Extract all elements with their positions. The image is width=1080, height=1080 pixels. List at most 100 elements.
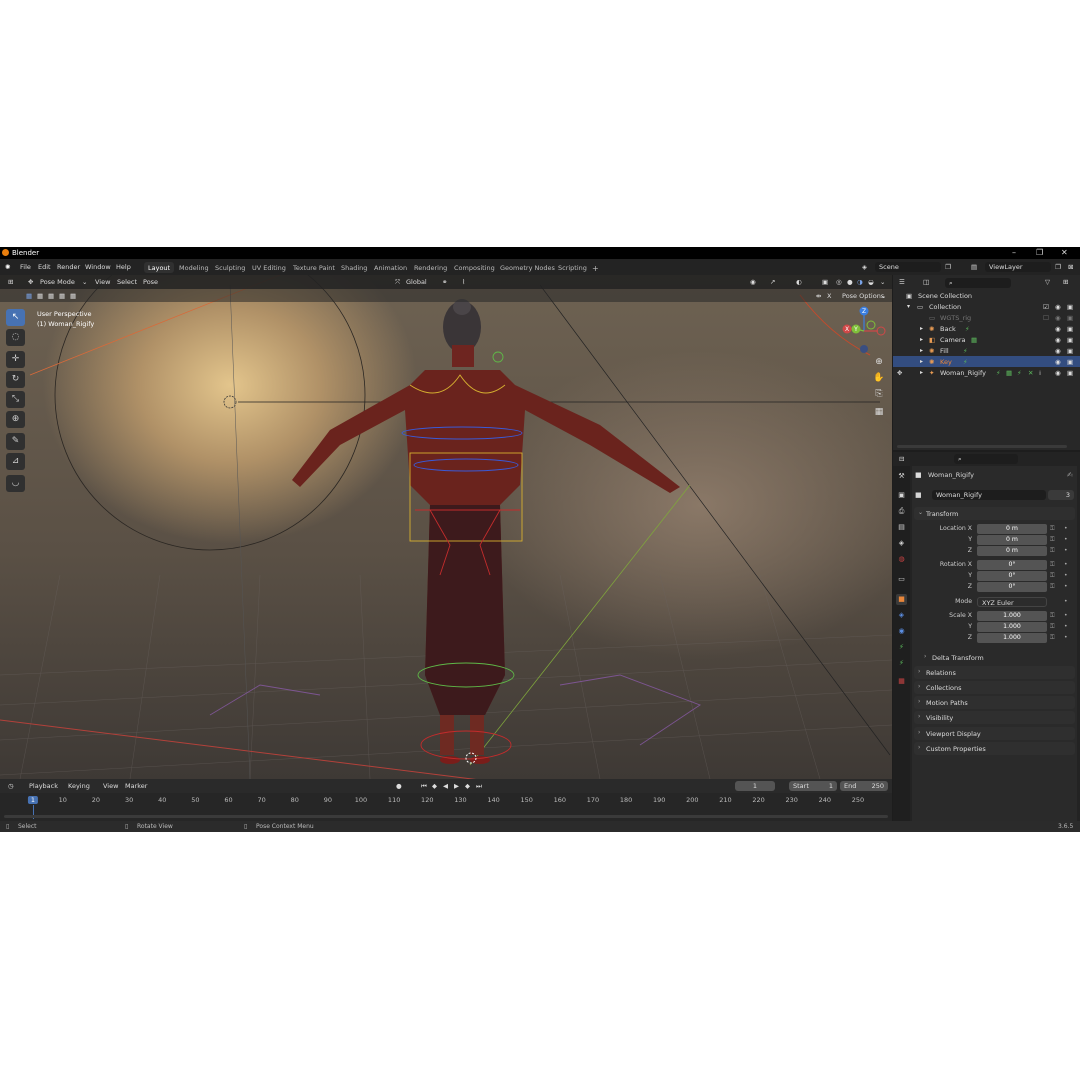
- outliner-search-input[interactable]: ⌕: [945, 278, 1011, 288]
- view-layer-field[interactable]: ViewLayer: [985, 262, 1051, 272]
- visibility-section[interactable]: › Visibility: [914, 711, 1075, 724]
- keyframe-dot-icon[interactable]: •: [1064, 623, 1068, 630]
- eye-icon[interactable]: ◉: [1055, 358, 1061, 366]
- scene-tab-icon[interactable]: ◈: [896, 538, 907, 549]
- shading-material-icon[interactable]: ◑: [857, 278, 863, 286]
- physics-tab-icon[interactable]: ◉: [896, 626, 907, 637]
- keyframe-dot-icon[interactable]: •: [1064, 598, 1068, 605]
- keyframe-dot-icon[interactable]: •: [1064, 572, 1068, 579]
- measure-tool-icon[interactable]: ⊿: [6, 453, 25, 470]
- mode-dropdown[interactable]: Pose Mode: [40, 278, 75, 286]
- timeline-tick-label[interactable]: 40: [158, 796, 166, 804]
- tab-shading[interactable]: Shading: [337, 262, 371, 273]
- timeline-tick-label[interactable]: 200: [686, 796, 698, 804]
- current-frame-field[interactable]: 1: [735, 781, 775, 791]
- keyframe-dot-icon[interactable]: •: [1064, 612, 1068, 619]
- user-count[interactable]: 3: [1048, 490, 1074, 500]
- lock-icon[interactable]: ⚿: [1050, 634, 1055, 642]
- outliner-scrollbar[interactable]: [897, 445, 1067, 448]
- xray-icon[interactable]: ▣: [822, 278, 828, 286]
- lock-icon[interactable]: ⚿: [1050, 525, 1055, 533]
- filter-icon[interactable]: ▽: [1045, 278, 1050, 286]
- scale-y-field[interactable]: 1.000: [977, 622, 1047, 632]
- properties-editor-icon[interactable]: ⊟: [899, 455, 904, 463]
- overlay-toggle-icon[interactable]: ◐: [796, 278, 802, 286]
- tab-animation[interactable]: Animation: [370, 262, 411, 273]
- jump-keyframe-forward-icon[interactable]: ◆: [465, 782, 470, 790]
- motion-paths-section[interactable]: › Motion Paths: [914, 696, 1075, 709]
- timeline-tick-label[interactable]: 90: [324, 796, 332, 804]
- timeline-tick-label[interactable]: 210: [719, 796, 731, 804]
- eye-icon[interactable]: ◉: [1055, 314, 1061, 322]
- keyframe-dot-icon[interactable]: •: [1064, 634, 1068, 641]
- outliner-row-woman-rigify[interactable]: ✥ ▸ ✦ Woman_Rigify ⚡ ▦ ⚡ ✕ ⁞ ◉ ▣: [893, 367, 1080, 378]
- pose-mode-indicator-icon[interactable]: ✥: [897, 369, 902, 377]
- eye-icon[interactable]: ◉: [1055, 347, 1061, 355]
- eye-icon[interactable]: ◉: [1055, 303, 1061, 311]
- camera-render-icon[interactable]: ▣: [1067, 314, 1073, 322]
- timeline-tick-label[interactable]: 180: [620, 796, 632, 804]
- jump-keyframe-back-icon[interactable]: ◆: [432, 782, 437, 790]
- shading-solid-icon[interactable]: ●: [847, 278, 853, 286]
- menu-view-timeline[interactable]: View: [103, 782, 118, 790]
- zoom-icon[interactable]: ⊕: [872, 355, 886, 369]
- keyframe-dot-icon[interactable]: •: [1064, 525, 1068, 532]
- shading-options-icon[interactable]: ⌄: [880, 278, 885, 286]
- rotation-y-field[interactable]: 0°: [977, 571, 1047, 581]
- checkbox-icon[interactable]: ☐: [1043, 314, 1049, 322]
- select-tool-icon[interactable]: ↖: [6, 309, 25, 326]
- select-mode-new-icon[interactable]: ▦: [26, 292, 32, 300]
- transform-tool-icon[interactable]: ⊕: [6, 411, 25, 428]
- record-icon[interactable]: ●: [396, 782, 402, 790]
- mirror-icon[interactable]: ⇹: [816, 292, 821, 300]
- object-tab-icon[interactable]: ■: [896, 594, 907, 605]
- view-layer-tab-icon[interactable]: ▤: [896, 522, 907, 533]
- camera-render-icon[interactable]: ▣: [1067, 369, 1073, 377]
- camera-render-icon[interactable]: ▣: [1067, 358, 1073, 366]
- relations-section[interactable]: › Relations: [914, 666, 1075, 679]
- maximize-icon[interactable]: ❐: [1036, 248, 1043, 257]
- visibility-icon[interactable]: ◉: [750, 278, 756, 286]
- lock-icon[interactable]: ⚿: [1050, 547, 1055, 555]
- outliner-editor-icon[interactable]: ☰: [899, 278, 905, 286]
- timeline-tick-label[interactable]: 100: [355, 796, 367, 804]
- expand-icon[interactable]: ▸: [920, 336, 923, 343]
- timeline-tick-label[interactable]: 190: [653, 796, 665, 804]
- select-mode-invert-icon[interactable]: ▦: [59, 292, 65, 300]
- keyframe-dot-icon[interactable]: •: [1064, 583, 1068, 590]
- scene-copy-icon[interactable]: ❐: [945, 263, 951, 271]
- scene-field[interactable]: Scene: [875, 262, 941, 272]
- timeline-tick-label[interactable]: 220: [752, 796, 764, 804]
- tab-texture-paint[interactable]: Texture Paint: [289, 262, 339, 273]
- location-z-field[interactable]: 0 m: [977, 546, 1047, 556]
- collections-section[interactable]: › Collections: [914, 681, 1075, 694]
- play-icon[interactable]: ▶: [454, 782, 459, 790]
- editor-type-icon[interactable]: ⊞: [8, 278, 13, 286]
- tool-tab-icon[interactable]: ⚒: [896, 471, 907, 482]
- outliner-row-back[interactable]: ▸ ✺ Back ⚡ ◉ ▣: [893, 323, 1080, 334]
- jump-start-icon[interactable]: ⏮: [421, 782, 427, 791]
- new-collection-icon[interactable]: ⊞: [1063, 278, 1068, 286]
- menu-select[interactable]: Select: [117, 278, 137, 286]
- camera-render-icon[interactable]: ▣: [1067, 325, 1073, 333]
- view-layer-remove-icon[interactable]: ⊠: [1068, 263, 1073, 271]
- play-reverse-icon[interactable]: ◀: [443, 782, 448, 790]
- timeline-tick-label[interactable]: 70: [257, 796, 265, 804]
- outliner-row-collection[interactable]: ▾ ▭ Collection ☑ ◉ ▣: [893, 301, 1080, 312]
- timeline-ruler[interactable]: 1 10 20 30 40 50 60 70 80 90 100 110 120 130 140 150 160…: [0, 793, 892, 805]
- blender-menu-icon[interactable]: ✺: [5, 263, 10, 271]
- timeline-tick-label[interactable]: 10: [59, 796, 67, 804]
- timeline-tick-label[interactable]: 50: [191, 796, 199, 804]
- expand-icon[interactable]: ▸: [920, 325, 923, 332]
- camera-render-icon[interactable]: ▣: [1067, 303, 1073, 311]
- add-workspace-button[interactable]: +: [588, 262, 603, 273]
- outliner-row-camera[interactable]: ▸ ◧ Camera ▦ ◉ ▣: [893, 334, 1080, 345]
- camera-render-icon[interactable]: ▣: [1067, 336, 1073, 344]
- tab-scripting[interactable]: Scripting: [554, 262, 591, 273]
- expand-icon[interactable]: ▸: [920, 358, 923, 365]
- shading-rendered-icon[interactable]: ◒: [868, 278, 874, 286]
- perspective-grid-icon[interactable]: ▦: [872, 405, 886, 419]
- display-mode-icon[interactable]: ◫: [923, 278, 929, 286]
- transform-section-header[interactable]: ⌄ Transform: [914, 507, 1075, 520]
- tab-geometry-nodes[interactable]: Geometry Nodes: [496, 262, 559, 273]
